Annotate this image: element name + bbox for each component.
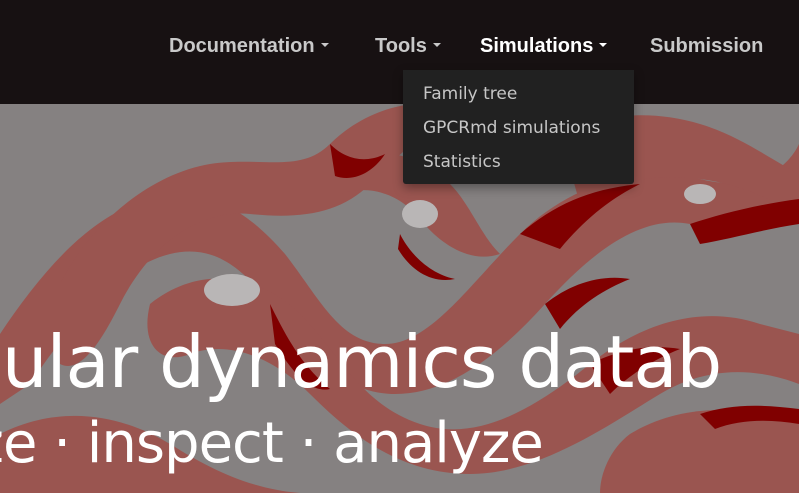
caret-down-icon (320, 42, 329, 47)
dropdown-item-gpcrmd-simulations[interactable]: GPCRmd simulations (403, 115, 634, 149)
nav-item-label: Tools (375, 35, 427, 57)
caret-down-icon (599, 42, 608, 47)
dropdown-item-statistics[interactable]: Statistics (403, 149, 634, 183)
page: ecular dynamics datab ize · inspect · an… (0, 0, 799, 493)
caret-down-icon (432, 42, 441, 47)
dropdown-item-family-tree[interactable]: Family tree (403, 81, 634, 115)
nav-item-submission[interactable]: Submission (650, 33, 763, 59)
hero-subtitle: ize · inspect · analyze (0, 411, 544, 476)
hero-title: ecular dynamics datab (0, 320, 722, 404)
top-navbar: Documentation Tools Simulations Submissi… (0, 0, 799, 104)
nav-item-tools[interactable]: Tools (375, 33, 441, 59)
nav-item-label: Simulations (480, 35, 594, 57)
nav-item-simulations[interactable]: Simulations (480, 33, 608, 59)
nav-item-documentation[interactable]: Documentation (169, 33, 329, 59)
nav-item-label: Submission (650, 35, 764, 57)
nav-item-label: Documentation (169, 35, 315, 57)
simulations-dropdown-menu: Family tree GPCRmd simulations Statistic… (403, 70, 634, 184)
